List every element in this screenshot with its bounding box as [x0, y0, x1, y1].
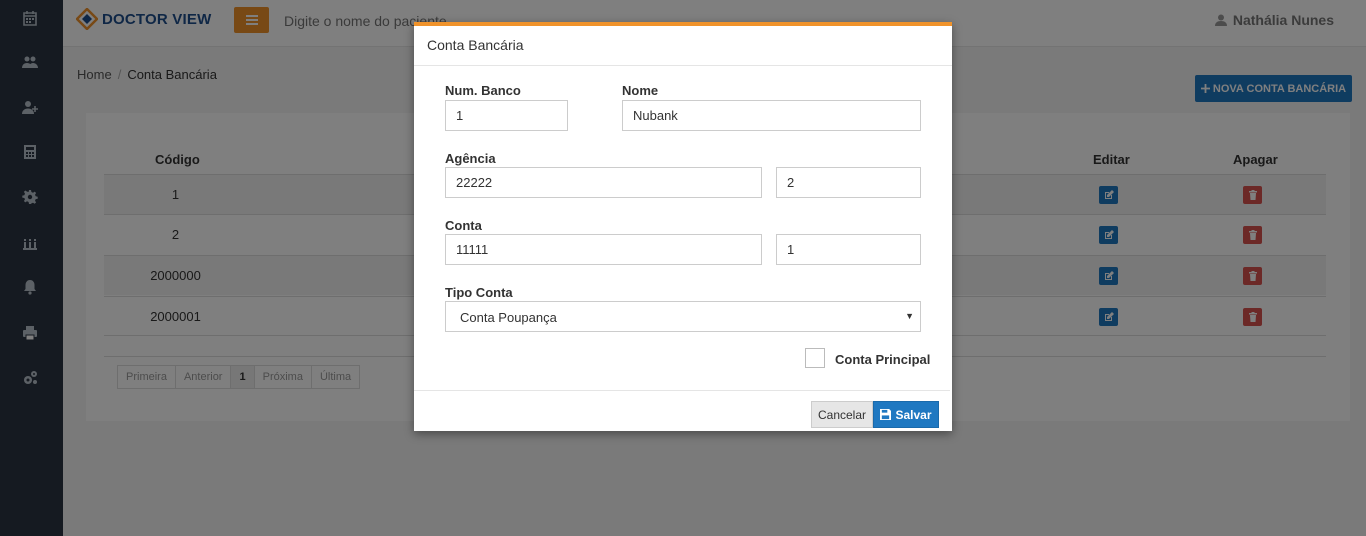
bank-account-modal: Conta Bancária Num. Banco Nome Agência C… — [414, 22, 952, 431]
account-input[interactable] — [445, 234, 762, 265]
save-button[interactable]: Salvar — [873, 401, 939, 428]
agency-label: Agência — [445, 151, 496, 166]
agency-digit-input[interactable] — [776, 167, 921, 198]
account-label: Conta — [445, 218, 482, 233]
cancel-button[interactable]: Cancelar — [811, 401, 873, 428]
bank-number-input[interactable] — [445, 100, 568, 131]
agency-input[interactable] — [445, 167, 762, 198]
modal-title: Conta Bancária — [414, 26, 952, 66]
account-digit-input[interactable] — [776, 234, 921, 265]
modal-footer: Cancelar Salvar — [414, 390, 950, 431]
floppy-disk-icon — [880, 409, 892, 420]
name-input[interactable] — [622, 100, 921, 131]
account-type-select[interactable]: Conta Poupança ▼ — [445, 301, 921, 332]
main-account-label: Conta Principal — [835, 352, 931, 367]
caret-down-icon: ▼ — [905, 311, 914, 321]
bank-number-label: Num. Banco — [445, 83, 521, 98]
save-label: Salvar — [895, 407, 932, 422]
account-type-value: Conta Poupança — [460, 310, 557, 325]
main-account-checkbox[interactable] — [805, 348, 825, 368]
name-label: Nome — [622, 83, 659, 98]
account-type-label: Tipo Conta — [445, 285, 513, 300]
